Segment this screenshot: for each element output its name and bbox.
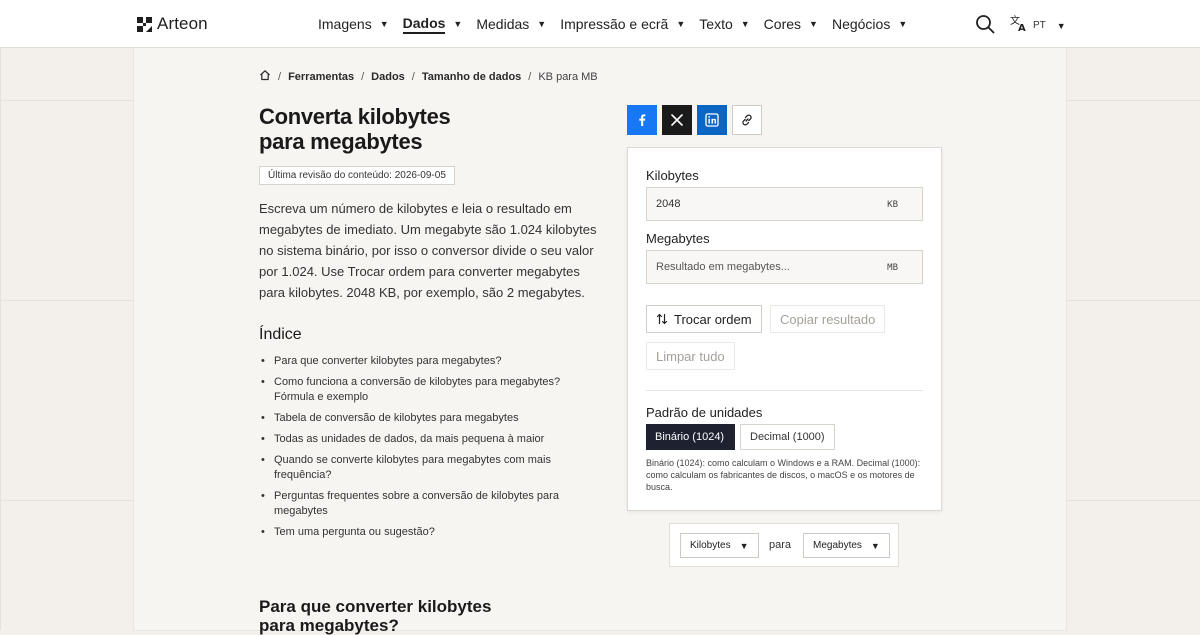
nav-label: Impressão e ecrã bbox=[560, 16, 669, 32]
toc-link[interactable]: Tem uma pergunta ou sugestão? bbox=[259, 525, 569, 540]
megabytes-output[interactable] bbox=[656, 251, 876, 283]
breadcrumb-current: KB para MB bbox=[538, 70, 598, 83]
language-switcher[interactable]: 文 A PT ▼ bbox=[1010, 14, 1066, 37]
toc-title: Índice bbox=[259, 326, 302, 343]
nav-label: Dados bbox=[402, 15, 446, 34]
breadcrumb: / Ferramentas / Dados / Tamanho de dados… bbox=[259, 69, 598, 84]
copy-result-button[interactable]: Copiar resultado bbox=[770, 305, 886, 333]
kilobytes-field-wrapper: KB bbox=[646, 187, 923, 221]
breadcrumb-separator: / bbox=[411, 70, 415, 83]
nav-item-negocios[interactable]: Negócios ▼ bbox=[832, 0, 907, 48]
toc-link[interactable]: Todas as unidades de dados, da mais pequ… bbox=[259, 432, 569, 447]
facebook-icon[interactable] bbox=[627, 105, 657, 135]
chevron-down-icon: ▼ bbox=[809, 19, 818, 29]
swap-order-button[interactable]: Trocar ordem bbox=[646, 305, 762, 333]
kilobytes-unit: KB bbox=[887, 200, 898, 210]
nav-item-medidas[interactable]: Medidas ▼ bbox=[476, 0, 546, 48]
nav-item-cores[interactable]: Cores ▼ bbox=[764, 0, 818, 48]
binary-standard-toggle[interactable]: Binário (1024) bbox=[646, 424, 735, 450]
kilobytes-label: Kilobytes bbox=[646, 168, 699, 183]
chevron-down-icon: ▼ bbox=[740, 19, 750, 29]
breadcrumb-link-ferramentas[interactable]: Ferramentas bbox=[288, 71, 354, 83]
chevron-down-icon: ▼ bbox=[1056, 20, 1066, 31]
nav-label: Imagens bbox=[318, 16, 372, 32]
toc-link[interactable]: Como funciona a conversão de kilobytes p… bbox=[259, 375, 569, 405]
unit-standard-hint: Binário (1024): como calculam o Windows … bbox=[646, 458, 921, 492]
from-unit-value: Kilobytes bbox=[690, 540, 731, 551]
from-unit-select[interactable]: Kilobytes ▼ bbox=[680, 533, 759, 558]
chevron-down-icon: ▼ bbox=[870, 540, 880, 551]
link-icon[interactable] bbox=[732, 105, 762, 135]
intro-paragraph: Escreva um número de kilobytes e leia o … bbox=[259, 201, 597, 300]
swap-order-label: Trocar ordem bbox=[674, 311, 752, 327]
revision-badge: Última revisão do conteúdo: 2026-09-05 bbox=[259, 166, 455, 185]
nav-item-dados[interactable]: Dados ▼ bbox=[402, 0, 463, 48]
chevron-down-icon: ▼ bbox=[739, 540, 749, 551]
nav-label: Cores bbox=[763, 16, 802, 32]
brand-mark-icon bbox=[137, 16, 152, 32]
nav-item-imagens[interactable]: Imagens ▼ bbox=[318, 0, 389, 48]
breadcrumb-separator: / bbox=[278, 70, 282, 83]
page-title-line-1: Converta kilobytes bbox=[259, 104, 451, 129]
breadcrumb-separator: / bbox=[361, 70, 365, 83]
breadcrumb-separator: / bbox=[528, 70, 532, 83]
top-header: Arteon Imagens ▼ Dados ▼ Medidas ▼ Impre… bbox=[0, 0, 1200, 48]
svg-text:A: A bbox=[1018, 23, 1026, 32]
search-icon[interactable] bbox=[975, 14, 995, 34]
translate-icon: 文 A bbox=[1010, 14, 1028, 37]
language-code: PT bbox=[1033, 20, 1046, 31]
toc-link[interactable]: Tabela de conversão de kilobytes para me… bbox=[259, 411, 569, 426]
nav-label: Medidas bbox=[476, 16, 530, 32]
toc-link[interactable]: Para que converter kilobytes para megaby… bbox=[259, 354, 569, 369]
section-title: Para que converter kilobytes para megaby… bbox=[259, 597, 492, 635]
brand-logo[interactable]: Arteon bbox=[137, 14, 208, 34]
breadcrumb-link-tamanho[interactable]: Tamanho de dados bbox=[422, 71, 521, 83]
chevron-down-icon: ▼ bbox=[453, 19, 463, 29]
toc-link[interactable]: Quando se converte kilobytes para megaby… bbox=[259, 453, 569, 483]
nav-label: Texto bbox=[699, 16, 733, 32]
megabytes-label: Megabytes bbox=[646, 231, 710, 246]
megabytes-unit: MB bbox=[887, 263, 898, 273]
main-nav: Imagens ▼ Dados ▼ Medidas ▼ Impressão e … bbox=[318, 0, 921, 48]
unit-standard-label: Padrão de unidades bbox=[646, 405, 763, 420]
page-title: Converta kilobytes para megabytes bbox=[259, 104, 559, 154]
chevron-down-icon: ▼ bbox=[898, 19, 908, 29]
home-icon[interactable] bbox=[259, 69, 271, 84]
nav-item-texto[interactable]: Texto ▼ bbox=[699, 0, 749, 48]
divider bbox=[646, 390, 923, 391]
x-icon[interactable] bbox=[662, 105, 692, 135]
quick-unit-selector: Kilobytes ▼ para Megabytes ▼ bbox=[669, 523, 899, 567]
chevron-down-icon: ▼ bbox=[537, 19, 547, 29]
to-unit-value: Megabytes bbox=[813, 540, 862, 551]
nav-label: Negócios bbox=[831, 16, 891, 32]
chevron-down-icon: ▼ bbox=[676, 19, 686, 29]
breadcrumb-link-dados[interactable]: Dados bbox=[371, 71, 405, 83]
linkedin-icon[interactable] bbox=[697, 105, 727, 135]
toc-link[interactable]: Perguntas frequentes sobre a conversão d… bbox=[259, 489, 569, 519]
clear-all-button[interactable]: Limpar tudo bbox=[646, 342, 735, 370]
table-of-contents: Para que converter kilobytes para megaby… bbox=[259, 354, 569, 546]
brand-name: Arteon bbox=[157, 14, 208, 33]
megabytes-field-wrapper: MB bbox=[646, 250, 923, 284]
page-title-line-2: para megabytes bbox=[259, 129, 423, 154]
to-unit-select[interactable]: Megabytes ▼ bbox=[803, 533, 890, 558]
swap-vertical-icon bbox=[656, 313, 668, 325]
kilobytes-input[interactable] bbox=[656, 188, 876, 220]
nav-item-impressao[interactable]: Impressão e ecrã ▼ bbox=[560, 0, 685, 48]
share-bar bbox=[627, 105, 762, 135]
decimal-standard-toggle[interactable]: Decimal (1000) bbox=[740, 424, 835, 450]
chevron-down-icon: ▼ bbox=[379, 19, 389, 29]
converter-card: Kilobytes KB Megabytes MB Trocar ordem C… bbox=[627, 147, 942, 511]
to-label: para bbox=[769, 539, 792, 551]
